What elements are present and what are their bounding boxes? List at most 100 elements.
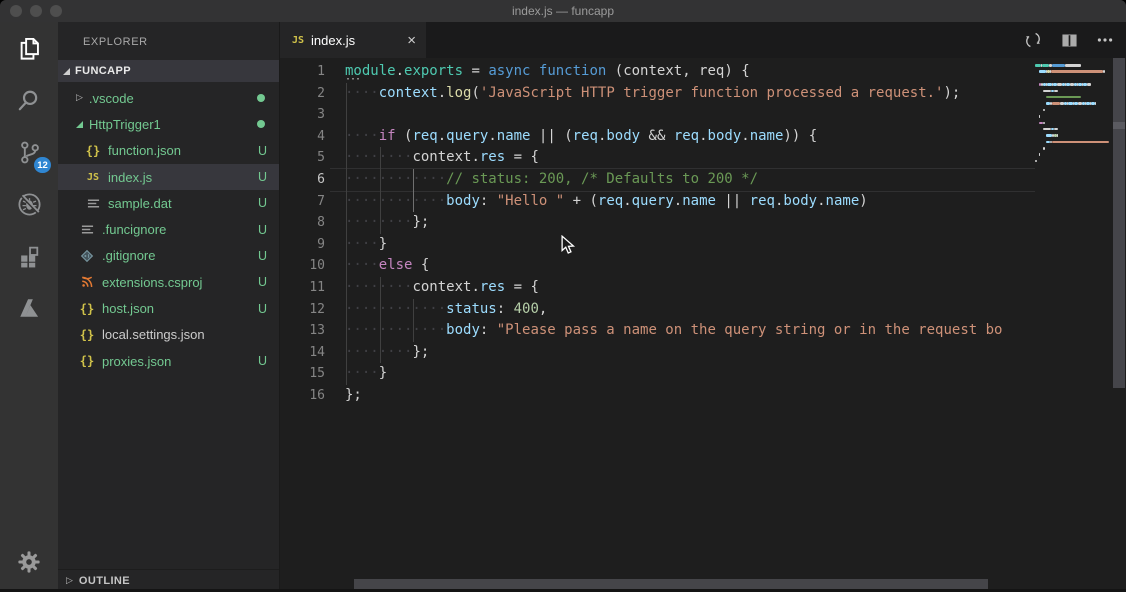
text-file-icon xyxy=(87,199,99,208)
line-number-gutter[interactable]: 1 2 3 4 5 6 7 8 9 10 11 12 13 14 15 16 xyxy=(280,61,332,407)
line-number[interactable]: 12 xyxy=(280,299,332,321)
tree-item-label: .gitignore xyxy=(102,248,156,264)
line-number[interactable]: 8 xyxy=(280,212,332,234)
extensions-icon[interactable] xyxy=(0,230,58,282)
code-line[interactable]: ············status: 400, xyxy=(345,299,1035,321)
vertical-scrollbar[interactable] xyxy=(1112,58,1126,592)
line-number[interactable]: 3 xyxy=(280,104,332,126)
file-type-icon xyxy=(78,275,96,289)
chevron-expanded-icon xyxy=(63,67,70,75)
overview-ruler-marker xyxy=(1113,122,1125,129)
section-funcapp[interactable]: FUNCAPP xyxy=(58,60,279,82)
line-number[interactable]: 14 xyxy=(280,342,332,364)
line-number[interactable]: 9 xyxy=(280,234,332,256)
code-line[interactable]: ········context.res = { xyxy=(345,277,1035,299)
search-icon[interactable] xyxy=(0,74,58,126)
json-braces-icon: {} xyxy=(79,354,95,369)
azure-icon[interactable] xyxy=(0,282,58,334)
split-editor-icon[interactable] xyxy=(1056,27,1082,53)
explorer-icon[interactable] xyxy=(0,22,58,74)
line-number[interactable]: 7 xyxy=(280,191,332,213)
tree-item-sample-dat[interactable]: sample.dat U xyxy=(58,190,279,216)
minimize-window-button[interactable] xyxy=(30,5,42,17)
code-line[interactable]: ········context.res = { xyxy=(345,147,1035,169)
tree-item--gitignore[interactable]: .gitignore U xyxy=(58,243,279,269)
text-file-icon xyxy=(81,225,93,234)
tree-item-extensions-csproj[interactable]: extensions.csproj U xyxy=(58,269,279,295)
more-actions-icon[interactable] xyxy=(1092,27,1118,53)
tree-item--vscode[interactable]: ▷ .vscode xyxy=(58,85,279,111)
json-braces-icon: {} xyxy=(79,301,95,316)
tree-item-proxies-json[interactable]: {} proxies.json U xyxy=(58,348,279,374)
source-control-icon[interactable]: 12 xyxy=(0,126,58,178)
code-line[interactable]: ············body: "Hello " + (req.query.… xyxy=(345,191,1035,213)
titlebar: index.js — funcapp xyxy=(0,0,1126,22)
file-type-icon: JS xyxy=(84,172,102,183)
tree-item-function-json[interactable]: {} function.json U xyxy=(58,138,279,164)
vertical-scrollbar-thumb[interactable] xyxy=(1113,58,1125,388)
line-number[interactable]: 13 xyxy=(280,320,332,342)
code-line[interactable]: ········}; xyxy=(345,342,1035,364)
close-window-button[interactable] xyxy=(10,5,22,17)
tree-item-label: proxies.json xyxy=(102,353,172,369)
vscode-window: index.js — funcapp 12 EXPLORER FUNCAPP ▷… xyxy=(0,0,1126,592)
code-line[interactable]: ····} xyxy=(345,234,1035,256)
code-line[interactable]: ············// status: 200, /* Defaults … xyxy=(345,169,1035,191)
window-controls xyxy=(10,5,62,17)
tree-item-index-js[interactable]: JS index.js U xyxy=(58,163,279,191)
tree-item-local-settings-json[interactable]: {} local.settings.json xyxy=(58,322,279,348)
code-line[interactable]: ····if (req.query.name || (req.body && r… xyxy=(345,126,1035,148)
line-number[interactable]: 16 xyxy=(280,385,332,407)
line-number[interactable]: 11 xyxy=(280,277,332,299)
line-number[interactable]: 2 xyxy=(280,83,332,105)
zoom-window-button[interactable] xyxy=(50,5,62,17)
line-number[interactable]: 6 xyxy=(280,169,332,191)
section-funcapp-label: FUNCAPP xyxy=(75,65,131,77)
file-type-icon xyxy=(78,223,96,236)
debug-icon[interactable] xyxy=(0,178,58,230)
activity-bar: 12 xyxy=(0,22,58,592)
file-type-icon: {} xyxy=(78,328,96,342)
tree-item-label: index.js xyxy=(108,169,153,185)
line-number[interactable]: 1 xyxy=(280,61,332,83)
code-content[interactable]: module.exports = async function (context… xyxy=(345,61,1035,407)
code-line[interactable]: ····} xyxy=(345,363,1035,385)
minimap[interactable] xyxy=(1035,58,1110,592)
tree-item-httptrigger1[interactable]: HttpTrigger1 xyxy=(58,111,279,137)
git-untracked-badge: U xyxy=(257,170,267,185)
chevron-expanded-icon xyxy=(76,120,83,128)
outline-label: OUTLINE xyxy=(78,575,130,587)
tree-item--funcignore[interactable]: .funcignore U xyxy=(58,216,279,242)
js-file-icon: JS xyxy=(86,171,100,183)
code-line[interactable]: ····context.log('JavaScript HTTP trigger… xyxy=(345,83,1035,105)
tree-item-label: function.json xyxy=(108,143,181,159)
line-number[interactable]: 5 xyxy=(280,147,332,169)
settings-gear-icon[interactable] xyxy=(0,540,58,584)
code-line[interactable] xyxy=(345,104,1035,126)
source-control-badge: 12 xyxy=(34,157,51,173)
code-line[interactable]: ············body: "Please pass a name on… xyxy=(345,320,1035,342)
tree-item-label: host.json xyxy=(102,301,155,317)
git-file-icon xyxy=(80,249,94,263)
line-number[interactable]: 15 xyxy=(280,363,332,385)
chevron-collapsed-icon: ▷ xyxy=(76,92,83,103)
git-untracked-badge: U xyxy=(257,143,267,158)
code-line[interactable]: ····else { xyxy=(345,255,1035,277)
code-line[interactable]: module.exports = async function (context… xyxy=(345,61,1035,83)
tree-item-label: HttpTrigger1 xyxy=(89,116,161,132)
file-type-icon xyxy=(78,249,96,263)
code-editor[interactable]: 1 2 3 4 5 6 7 8 9 10 11 12 13 14 15 16 module.exports =… xyxy=(280,58,1126,592)
tree-item-host-json[interactable]: {} host.json U xyxy=(58,295,279,321)
xml-file-icon xyxy=(82,276,93,288)
line-number[interactable]: 4 xyxy=(280,126,332,148)
code-line[interactable]: ········}; xyxy=(345,212,1035,234)
js-file-icon: JS xyxy=(292,34,305,46)
open-changes-icon[interactable] xyxy=(1020,27,1046,53)
horizontal-scrollbar[interactable] xyxy=(280,579,1110,589)
line-number[interactable]: 10 xyxy=(280,255,332,277)
code-line[interactable]: }; xyxy=(345,385,1035,407)
tab-index-js[interactable]: JS index.js × xyxy=(280,22,426,58)
horizontal-scrollbar-thumb[interactable] xyxy=(354,579,988,589)
close-tab-icon[interactable]: × xyxy=(407,33,416,48)
json-braces-icon: {} xyxy=(79,327,95,342)
